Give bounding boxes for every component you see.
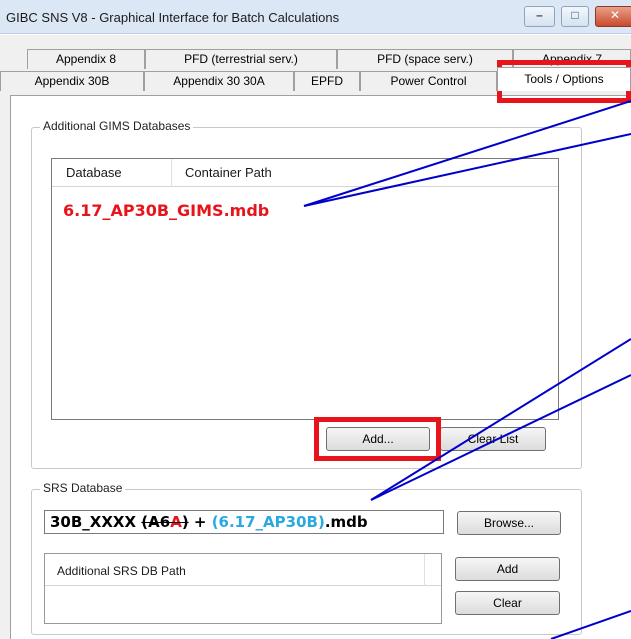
add-srs-db-button[interactable]: Add [455,557,560,581]
tab-appendix-30-30a[interactable]: Appendix 30 30A [144,71,294,91]
clear-list-button[interactable]: Clear List [440,427,546,451]
srs-path-part-7: .mdb [324,513,368,531]
browse-button[interactable]: Browse... [457,511,561,535]
gims-list-header: Database Container Path [52,159,558,187]
tab-pfd-terrestrial[interactable]: PFD (terrestrial serv.) [145,49,337,69]
column-separator [424,554,425,586]
srs-group-title: SRS Database [40,481,126,495]
highlight-add-button [314,417,441,461]
tab-tools-options[interactable]: Tools / Options [497,67,631,91]
clear-srs-db-button[interactable]: Clear [455,591,560,615]
column-separator [171,159,172,187]
srs-path-part-2: (A6A) [141,513,188,531]
srs-path-part-6: (6.17_AP30B) [211,513,325,531]
tab-appendix-8[interactable]: Appendix 8 [27,49,145,69]
srs-path-part-3: A [170,513,182,531]
column-additional-srs-db-path[interactable]: Additional SRS DB Path [57,564,186,578]
column-database[interactable]: Database [66,165,122,180]
close-icon: ✕ [609,8,621,22]
srs-path-part-4: ) [181,513,189,531]
minimize-button[interactable]: – [524,6,555,27]
tab-power-control[interactable]: Power Control [360,71,497,91]
maximize-button[interactable]: □ [561,6,589,27]
minimize-icon: – [536,8,543,22]
srs-path-part-2a: (A6 [141,513,171,531]
column-container-path[interactable]: Container Path [185,165,272,180]
maximize-icon: □ [571,8,579,22]
title-bar: GIBC SNS V8 - Graphical Interface for Ba… [0,0,631,34]
srs-list-header: Additional SRS DB Path [45,554,441,586]
gims-group-title: Additional GIMS Databases [40,119,194,133]
tab-appendix-30b[interactable]: Appendix 30B [0,71,144,91]
tab-pfd-space[interactable]: PFD (space serv.) [337,49,513,69]
gims-database-row[interactable]: 6.17_AP30B_GIMS.mdb [63,201,269,220]
srs-path-part-1: 30B_XXXX [50,513,142,531]
gims-database-list[interactable]: Database Container Path 6.17_AP30B_GIMS.… [51,158,559,420]
window-title: GIBC SNS V8 - Graphical Interface for Ba… [6,10,340,25]
tab-epfd[interactable]: EPFD [294,71,360,91]
additional-srs-db-list[interactable]: Additional SRS DB Path [44,553,442,624]
close-button[interactable]: ✕ [595,6,631,27]
srs-database-path-field[interactable]: 30B_XXXX (A6A) + (6.17_AP30B).mdb [44,510,444,534]
srs-path-part-5: + [188,513,212,531]
